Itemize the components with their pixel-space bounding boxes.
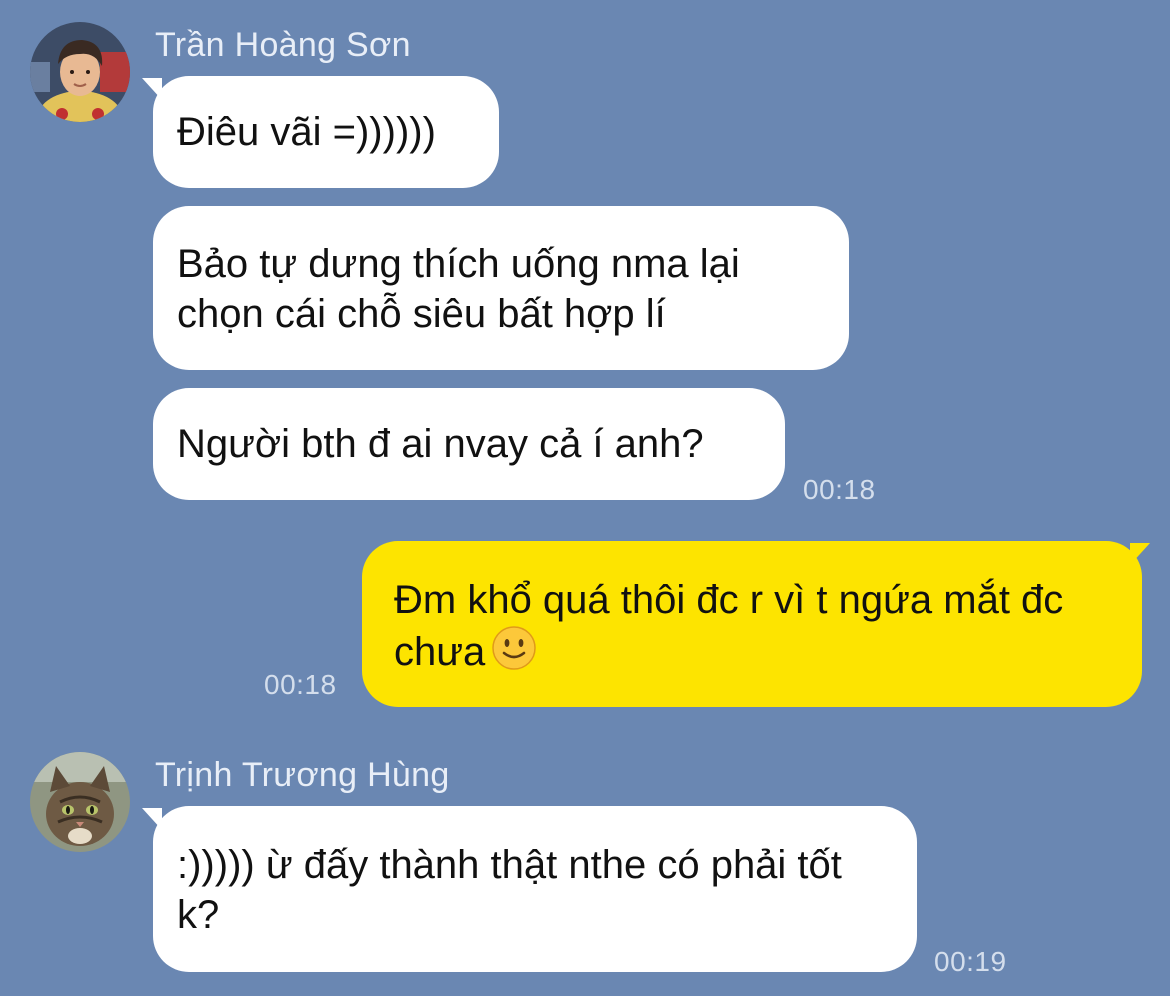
sender-avatar[interactable] [30, 752, 130, 852]
message-bubble[interactable]: Đm khổ quá thôi đc r vì t ngứa mắt đc ch… [362, 541, 1142, 707]
message-timestamp: 00:19 [934, 946, 1007, 977]
message-timestamp: 00:18 [264, 669, 337, 700]
message-text: Điêu vãi =)))))) [177, 110, 436, 154]
message-timestamp: 00:18 [803, 474, 876, 505]
message-text: Đm khổ quá thôi đc r vì t ngứa mắt đc ch… [394, 575, 1118, 677]
message-text: Bảo tự dưng thích uống nma lại chọn cái … [177, 242, 751, 336]
avatar-cat-photo-icon [30, 752, 130, 852]
slightly-smiling-face-icon [492, 626, 537, 670]
sender-avatar[interactable] [30, 22, 130, 122]
message-bubble[interactable]: :))))) ừ đấy thành thật nthe có phải tốt… [153, 806, 917, 972]
chat-thread: Trần Hoàng Sơn Điêu vãi =)))))) Bảo tự d… [0, 0, 1170, 996]
message-bubble[interactable]: Điêu vãi =)))))) [153, 76, 499, 188]
message-bubble[interactable]: Bảo tự dưng thích uống nma lại chọn cái … [153, 206, 849, 370]
avatar-boy-photo-icon [30, 22, 130, 122]
message-text: Người bth đ ai nvay cả í anh? [177, 422, 704, 466]
message-text: :))))) ừ đấy thành thật nthe có phải tốt… [177, 843, 854, 937]
sender-name: Trịnh Trương Hùng [155, 756, 450, 794]
sender-name: Trần Hoàng Sơn [155, 26, 411, 64]
bubble-tail [1130, 543, 1150, 565]
message-bubble[interactable]: Người bth đ ai nvay cả í anh? [153, 388, 785, 500]
